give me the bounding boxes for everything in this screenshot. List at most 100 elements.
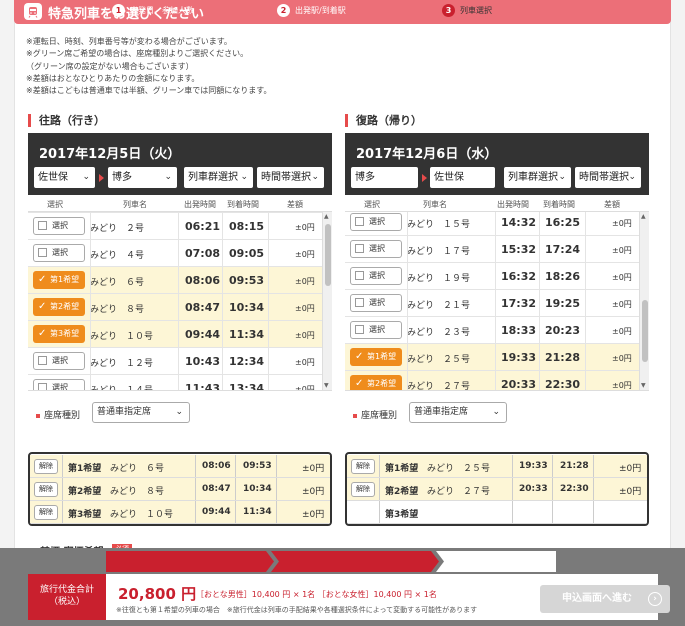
column-divider	[552, 455, 553, 477]
scroll-up-icon[interactable]: ▲	[641, 213, 646, 220]
select-button[interactable]: 選択	[33, 379, 85, 390]
scroll-down-icon[interactable]: ▼	[324, 382, 329, 389]
checkbox-icon	[355, 244, 364, 253]
outbound-to-select[interactable]: 博多 ⌄	[108, 167, 177, 188]
column-divider	[178, 321, 179, 347]
check-icon: ✓	[38, 274, 47, 285]
column-divider	[178, 348, 179, 374]
column-divider	[90, 240, 91, 266]
outbound-train-list[interactable]: 選択 みどり ２号 06:21 08:15 ±0円 選択 みどり ４号 07:08 09:05 ±…	[28, 212, 332, 391]
preference-button[interactable]: ✓ 第2希望	[350, 375, 402, 390]
train-row[interactable]: ✓ 第1希望 みどり ２５号 19:33 21:28 ±0円	[345, 343, 639, 370]
column-divider	[593, 501, 594, 523]
outbound-panel: 2017年12月5日（火） 佐世保 ⌄ 博多 ⌄ 列車群選択 ⌄ 時間帯選択 ⌄ 選択 …	[28, 133, 332, 431]
remove-button[interactable]: 解除	[34, 482, 58, 497]
return-time-select[interactable]: 時間帯選択 ⌄	[575, 167, 641, 188]
column-divider	[268, 321, 269, 347]
train-row[interactable]: ✓ 第1希望 みどり ６号 08:06 09:53 ±0円	[28, 266, 322, 293]
column-divider	[585, 317, 586, 343]
outbound-from-select[interactable]: 佐世保 ⌄	[34, 167, 95, 188]
step-number: 1	[112, 4, 125, 17]
train-row[interactable]: 選択 みどり １５号 14:32 16:25 ±0円	[345, 212, 639, 235]
column-divider	[222, 240, 223, 266]
price-diff: ±0円	[619, 464, 642, 474]
select-label: 第2希望	[367, 379, 397, 388]
chevron-down-icon: ⌄	[558, 172, 566, 182]
summary-row: 解除 第2希望 みどり ８号 08:47 10:34 ±0円	[30, 478, 330, 501]
column-divider	[195, 455, 196, 477]
train-name: みどり ２号	[90, 224, 145, 234]
summary-row: 解除 第3希望 みどり １０号 09:44 11:34 ±0円	[30, 501, 330, 524]
total-label-box: 旅行代金合計 （税込）	[28, 574, 106, 620]
select-button[interactable]: 選択	[350, 240, 402, 258]
column-divider	[379, 478, 380, 500]
column-divider	[407, 290, 408, 316]
outbound-time-select[interactable]: 時間帯選択 ⌄	[257, 167, 324, 188]
train-row[interactable]: 選択 みどり １７号 15:32 17:24 ±0円	[345, 235, 639, 262]
col-diff: 差額	[604, 200, 620, 209]
train-row[interactable]: ✓ 第2希望 みどり ８号 08:47 10:34 ±0円	[28, 293, 322, 320]
remove-button[interactable]: 解除	[34, 505, 58, 520]
train-name: みどり １２号	[90, 359, 154, 369]
train-row[interactable]: 選択 みどり １４号 11:43 13:34 ±0円	[28, 374, 322, 391]
price-diff: ±0円	[295, 277, 315, 286]
return-seat-select[interactable]: 普通車指定席 ⌄	[409, 402, 507, 423]
select-button[interactable]: 選択	[33, 217, 85, 235]
train-row[interactable]: 選択 みどり １９号 16:32 18:26 ±0円	[345, 262, 639, 289]
select-button[interactable]: 選択	[33, 244, 85, 262]
outbound-selection-summary: 解除 第1希望 みどり ６号 08:06 09:53 ±0円 解除 第2希望 みどり ８号 08:…	[28, 452, 332, 526]
arrival-time: 16:25	[545, 216, 581, 229]
train-row[interactable]: 選択 みどり １２号 10:43 12:34 ±0円	[28, 347, 322, 374]
outbound-seat-select[interactable]: 普通車指定席 ⌄	[92, 402, 190, 423]
outbound-group-select[interactable]: 列車群選択 ⌄	[184, 167, 253, 188]
return-to-select[interactable]: 佐世保	[430, 167, 495, 188]
column-divider	[585, 212, 586, 235]
preference-button[interactable]: ✓ 第1希望	[350, 348, 402, 366]
train-row[interactable]: 選択 みどり ２号 06:21 08:15 ±0円	[28, 212, 322, 239]
train-row[interactable]: 選択 みどり ２３号 18:33 20:23 ±0円	[345, 316, 639, 343]
departure-time: 11:43	[185, 382, 221, 391]
scrollbar-thumb[interactable]	[325, 224, 331, 286]
select-button[interactable]: 選択	[350, 213, 402, 231]
proceed-button[interactable]: 申込画面へ進む ›	[540, 585, 670, 613]
column-divider	[539, 236, 540, 262]
train-name: みどり ６号	[110, 464, 165, 474]
scrollbar[interactable]: ▲ ▼	[639, 212, 649, 390]
column-divider	[222, 267, 223, 293]
arrival-time: 19:25	[545, 297, 581, 310]
return-train-list[interactable]: 選択 みどり １５号 14:32 16:25 ±0円 選択 みどり １７号 15:32 17:2…	[345, 212, 649, 391]
step-label: 出発駅/到着駅	[295, 6, 346, 15]
preference-button[interactable]: ✓ 第2希望	[33, 298, 85, 316]
column-divider	[178, 213, 179, 239]
checkbox-icon	[355, 325, 364, 334]
remove-button[interactable]: 解除	[34, 459, 58, 474]
remove-button[interactable]: 解除	[351, 482, 375, 497]
scrollbar[interactable]: ▲ ▼	[322, 212, 332, 390]
train-row[interactable]: 選択 みどり ４号 07:08 09:05 ±0円	[28, 239, 322, 266]
column-divider	[178, 375, 179, 390]
train-row[interactable]: ✓ 第2希望 みどり ２７号 20:33 22:30 ±0円	[345, 370, 639, 390]
select-label: 選択	[369, 325, 385, 334]
preference-button[interactable]: ✓ 第3希望	[33, 325, 85, 343]
departure-time: 19:33	[501, 351, 537, 364]
column-divider	[276, 455, 277, 477]
column-divider	[585, 236, 586, 262]
select-button[interactable]: 選択	[350, 267, 402, 285]
train-row[interactable]: 選択 みどり ２１号 17:32 19:25 ±0円	[345, 289, 639, 316]
return-from-select[interactable]: 博多	[351, 167, 418, 188]
select-label: 選択	[369, 271, 385, 280]
scrollbar-thumb[interactable]	[642, 300, 648, 362]
scroll-down-icon[interactable]: ▼	[641, 382, 646, 389]
preference-button[interactable]: ✓ 第1希望	[33, 271, 85, 289]
column-divider	[593, 455, 594, 477]
summary-row: 解除 第1希望 みどり ２５号 19:33 21:28 ±0円	[347, 455, 647, 478]
select-button[interactable]: 選択	[350, 294, 402, 312]
scroll-up-icon[interactable]: ▲	[324, 213, 329, 220]
remove-button[interactable]: 解除	[351, 459, 375, 474]
return-group-select[interactable]: 列車群選択 ⌄	[504, 167, 571, 188]
from-station-value: 博多	[355, 172, 375, 183]
group-select-value: 列車群選択	[188, 172, 238, 183]
select-button[interactable]: 選択	[33, 352, 85, 370]
train-row[interactable]: ✓ 第3希望 みどり １０号 09:44 11:34 ±0円	[28, 320, 322, 347]
select-button[interactable]: 選択	[350, 321, 402, 339]
